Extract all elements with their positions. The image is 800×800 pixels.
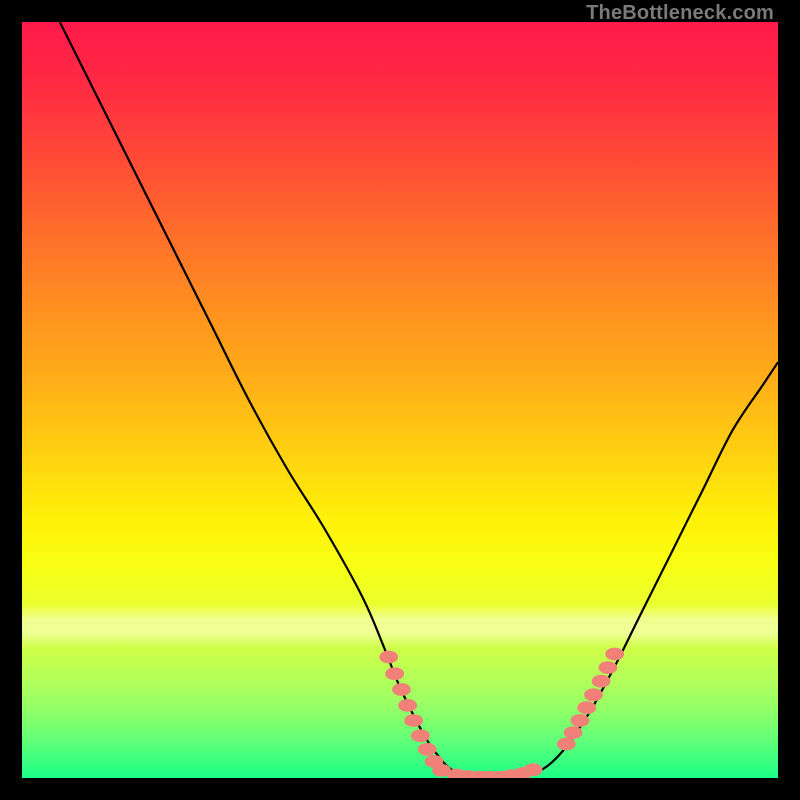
marker-dot xyxy=(418,743,437,756)
marker-dot xyxy=(577,701,596,714)
bottleneck-curve xyxy=(60,22,778,778)
marker-dot xyxy=(404,714,423,727)
marker-dot xyxy=(411,729,430,742)
marker-dot xyxy=(398,699,417,712)
marker-dots xyxy=(379,648,624,778)
marker-dot xyxy=(584,688,603,701)
marker-dot xyxy=(592,675,611,688)
marker-dot xyxy=(524,763,543,776)
marker-dot xyxy=(599,661,618,674)
marker-dot xyxy=(557,738,576,751)
marker-dot xyxy=(605,648,624,661)
marker-dot xyxy=(571,714,590,727)
chart-svg xyxy=(22,22,778,778)
marker-dot xyxy=(379,651,398,664)
marker-dot xyxy=(385,667,404,680)
marker-dot xyxy=(564,726,583,739)
marker-dot xyxy=(392,683,411,696)
chart-frame xyxy=(22,22,778,778)
